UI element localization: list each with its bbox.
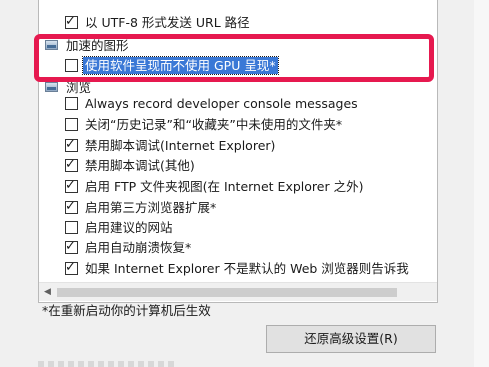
option-label: Always record developer console messages [85, 96, 358, 111]
cut-off-text-fragment [38, 361, 178, 367]
option-label: 使用软件呈现而不使用 GPU 呈现* [82, 56, 279, 75]
checkbox[interactable] [65, 221, 78, 234]
checkbox-utf8-url[interactable]: ✓ [65, 14, 78, 29]
horizontal-scroll-thumb[interactable] [57, 288, 397, 297]
check-icon: ✓ [65, 239, 76, 254]
settings-category-icon [45, 82, 58, 92]
checkbox[interactable] [65, 118, 78, 131]
option-label: 启用 FTP 文件夹视图(在 Internet Explorer 之外) [85, 179, 364, 194]
option-label: 禁用脚本调试(Internet Explorer) [85, 138, 276, 153]
restore-advanced-settings-button[interactable]: 还原高级设置(R) [266, 325, 436, 353]
window-edge [474, 0, 489, 367]
checkbox[interactable]: ✓ [65, 199, 78, 214]
option-label: 启用建议的网站 [85, 220, 173, 235]
option-label: 启用第三方浏览器扩展* [85, 200, 217, 215]
option-label: 关闭“历史记录”和“收藏夹”中未使用的文件夹* [85, 117, 343, 132]
check-icon: ✓ [65, 178, 76, 193]
option-label: 禁用脚本调试(其他) [85, 158, 195, 173]
settings-list: ✓ 以 UTF-8 形式发送 URL 路径 加速的图形 使用软件呈现而不使用 G… [39, 0, 419, 282]
checkbox[interactable]: ✓ [65, 239, 78, 254]
option-label: 以 UTF-8 形式发送 URL 路径 [85, 15, 250, 30]
checkbox[interactable]: ✓ [65, 137, 78, 152]
category-label: 加速的图形 [66, 38, 129, 53]
check-icon: ✓ [65, 157, 76, 172]
advanced-settings-panel: ✓ 以 UTF-8 形式发送 URL 路径 加速的图形 使用软件呈现而不使用 G… [0, 0, 489, 367]
checkbox[interactable] [65, 97, 78, 110]
restart-note: *在重新启动你的计算机后生效 [42, 303, 211, 318]
checkbox[interactable]: ✓ [65, 260, 78, 275]
check-icon: ✓ [65, 199, 76, 214]
check-icon: ✓ [65, 137, 76, 152]
option-label: 启用自动崩溃恢复* [85, 240, 192, 255]
check-icon: ✓ [65, 14, 76, 29]
check-icon: ✓ [65, 260, 76, 275]
settings-category-icon [45, 40, 58, 50]
option-label: 如果 Internet Explorer 不是默认的 Web 浏览器则告诉我 [85, 261, 409, 276]
checkbox[interactable]: ✓ [65, 178, 78, 193]
settings-listbox[interactable]: ✓ 以 UTF-8 形式发送 URL 路径 加速的图形 使用软件呈现而不使用 G… [38, 0, 438, 303]
scroll-left-arrow-icon[interactable]: ◀ [39, 283, 56, 301]
horizontal-scrollbar[interactable]: ◀ ▶ [39, 282, 437, 301]
checkbox-software-rendering[interactable] [65, 59, 78, 72]
checkbox[interactable]: ✓ [65, 157, 78, 172]
